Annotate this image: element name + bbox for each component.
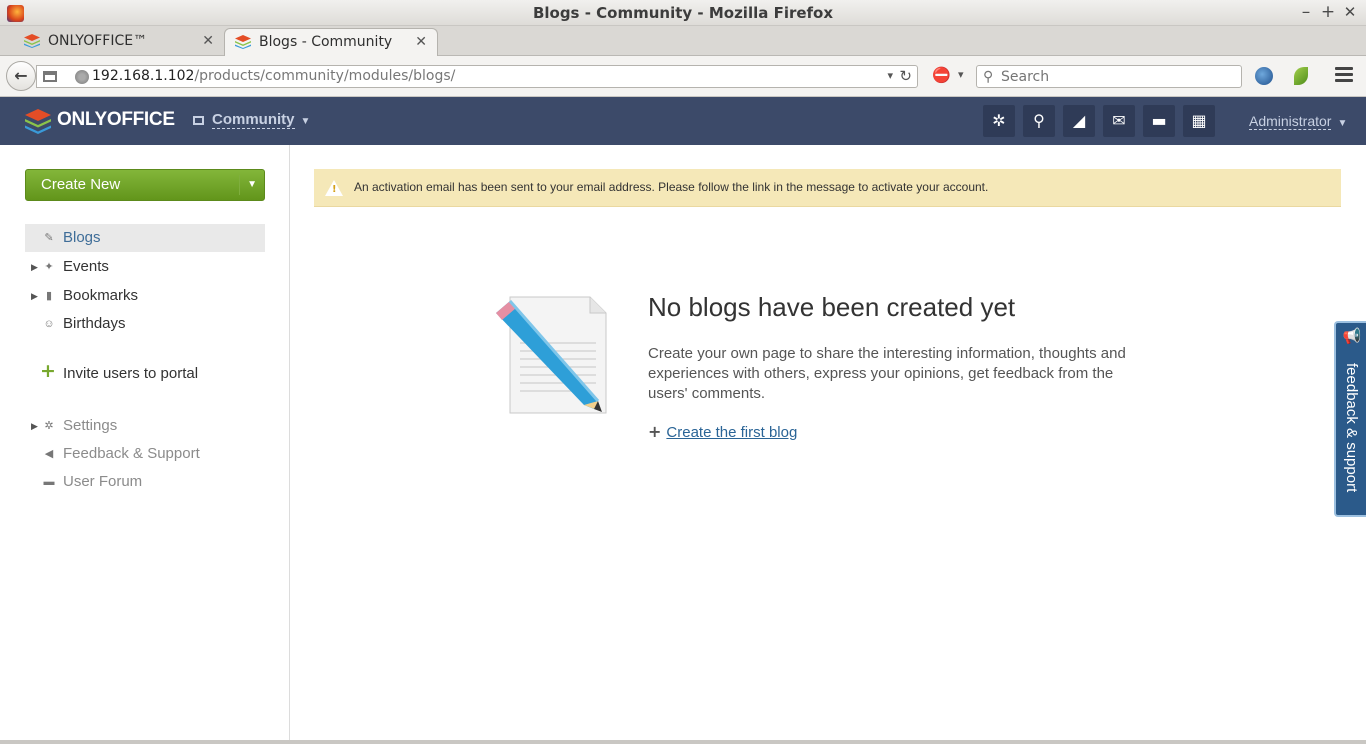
- user-menu[interactable]: Administrator ▼: [1249, 113, 1348, 130]
- mail-button[interactable]: ✉: [1103, 105, 1135, 137]
- window-title: Blogs - Community - Mozilla Firefox: [532, 4, 834, 22]
- expand-arrow-icon[interactable]: ▶: [31, 282, 38, 310]
- sidebar-item-bookmarks[interactable]: ▶ ▮ Bookmarks: [25, 282, 265, 310]
- edit-icon: ✎: [44, 232, 54, 244]
- chat-icon: ▬: [1151, 111, 1167, 130]
- gear-icon: ✲: [992, 111, 1006, 130]
- addon-icon[interactable]: ⛔: [932, 66, 951, 84]
- tab-close-icon[interactable]: ✕: [202, 28, 214, 54]
- create-new-label: Create New: [41, 176, 121, 193]
- invite-users-link[interactable]: + Invite users to portal: [25, 360, 265, 388]
- extension-icon[interactable]: [1255, 67, 1273, 85]
- create-first-blog-link[interactable]: + Create the first blog: [648, 422, 797, 441]
- expand-arrow-icon[interactable]: ▶: [31, 253, 38, 281]
- megaphone-icon: ◀: [44, 448, 54, 460]
- maximize-button[interactable]: +: [1318, 2, 1338, 22]
- main-content: ! An activation email has been sent to y…: [290, 145, 1366, 744]
- sidebar-item-settings[interactable]: ▶ ✲ Settings: [25, 412, 265, 440]
- back-button[interactable]: ←: [6, 61, 36, 91]
- sidebar-item-label: Birthdays: [63, 315, 126, 332]
- tab-blogs-community[interactable]: Blogs - Community ✕: [224, 28, 438, 56]
- feed-icon: ◢: [1072, 111, 1086, 130]
- app-header: ONLYOFFICE Community ▼ ✲ ⚲ ◢ ✉ ▬ ▦ Admini…: [0, 97, 1366, 145]
- create-new-button[interactable]: Create New ▼: [25, 169, 265, 201]
- module-switcher[interactable]: Community ▼: [193, 111, 311, 129]
- tab-onlyoffice[interactable]: ONLYOFFICE™ ✕: [14, 28, 224, 56]
- sidebar-item-feedback[interactable]: ◀ Feedback & Support: [25, 440, 265, 468]
- sidebar-item-birthdays[interactable]: ☺ Birthdays: [25, 310, 265, 338]
- chevron-down-icon: ▼: [300, 116, 311, 127]
- warning-icon: !: [325, 180, 343, 196]
- onlyoffice-tab-icon: [235, 35, 251, 49]
- addon-dropdown-icon[interactable]: ▾: [958, 68, 964, 81]
- invite-label: Invite users to portal: [63, 365, 199, 382]
- search-icon: ⚲: [1033, 111, 1045, 130]
- url-dropdown-icon[interactable]: ▾: [887, 69, 893, 82]
- menu-icon[interactable]: [1335, 67, 1353, 85]
- tab-label: ONLYOFFICE™: [48, 33, 148, 49]
- tab-bar: ONLYOFFICE™ ✕ Blogs - Community ✕ +: [0, 26, 1366, 75]
- bookmark-icon: ▮: [45, 290, 53, 302]
- sidebar: Create New ▼ ✎ Blogs ▶ ✦ Events ▶ ▮ Book…: [0, 145, 290, 744]
- sidebar-item-label: Feedback & Support: [63, 445, 200, 462]
- community-icon: [193, 115, 204, 125]
- pin-icon: ✦: [44, 261, 54, 273]
- search-icon: ⚲: [983, 68, 994, 84]
- logo-text[interactable]: ONLYOFFICE: [57, 109, 175, 131]
- search-button[interactable]: ⚲: [1023, 105, 1055, 137]
- feedback-support-tab[interactable]: 📢 feedback & support: [1334, 321, 1366, 517]
- minimize-button[interactable]: –: [1296, 2, 1316, 22]
- megaphone-icon: 📢: [1342, 328, 1362, 345]
- feed-button[interactable]: ◢: [1063, 105, 1095, 137]
- sidebar-item-label: Blogs: [63, 229, 101, 246]
- calendar-icon: ▦: [1191, 111, 1207, 130]
- people-icon: ☺: [43, 318, 55, 330]
- chevron-down-icon[interactable]: ▼: [247, 170, 257, 200]
- url-bar[interactable]: 192.168.1.102/products/community/modules…: [36, 65, 918, 88]
- plus-icon: +: [648, 422, 662, 441]
- firefox-icon: [7, 5, 24, 22]
- create-first-blog-label[interactable]: Create the first blog: [666, 424, 797, 441]
- leaf-icon[interactable]: [1294, 67, 1308, 85]
- onlyoffice-logo[interactable]: [24, 107, 52, 135]
- window-titlebar: Blogs - Community - Mozilla Firefox – + …: [0, 0, 1366, 26]
- reload-icon[interactable]: ↻: [899, 67, 912, 85]
- chevron-down-icon: ▼: [1337, 118, 1348, 129]
- button-divider: [239, 175, 240, 195]
- sidebar-item-label: Events: [63, 258, 109, 275]
- sidebar-item-label: Settings: [63, 417, 118, 434]
- plus-icon: +: [40, 360, 56, 382]
- tab-close-icon[interactable]: ✕: [415, 29, 427, 55]
- user-name: Administrator: [1249, 113, 1332, 130]
- settings-button[interactable]: ✲: [983, 105, 1015, 137]
- calendar-button[interactable]: ▦: [1183, 105, 1215, 137]
- activation-alert: ! An activation email has been sent to y…: [314, 169, 1341, 207]
- expand-arrow-icon[interactable]: ▶: [31, 412, 38, 440]
- search-box[interactable]: ⚲: [976, 65, 1242, 88]
- navigation-bar: ← 192.168.1.102/products/community/modul…: [0, 56, 1366, 97]
- url-text[interactable]: 192.168.1.102/products/community/modules…: [92, 68, 455, 84]
- feedback-tab-label: feedback & support: [1343, 363, 1360, 493]
- search-input[interactable]: [1001, 68, 1231, 85]
- onlyoffice-tab-icon: [24, 34, 40, 48]
- blog-pencil-illustration: [496, 296, 607, 414]
- chat-button[interactable]: ▬: [1143, 105, 1175, 137]
- site-identity-icon: [43, 71, 57, 82]
- close-window-button[interactable]: ✕: [1340, 3, 1360, 21]
- empty-state-description: Create your own page to share the intere…: [648, 345, 1126, 402]
- gear-icon: ✲: [44, 420, 54, 432]
- sidebar-item-label: Bookmarks: [63, 287, 139, 304]
- sidebar-item-events[interactable]: ▶ ✦ Events: [25, 253, 265, 281]
- window-bottom-edge: [0, 740, 1366, 744]
- module-label: Community: [212, 111, 295, 129]
- sidebar-item-user-forum[interactable]: ▬ User Forum: [25, 468, 265, 496]
- alert-message: An activation email has been sent to you…: [354, 180, 989, 194]
- sidebar-item-label: User Forum: [63, 473, 143, 490]
- globe-icon: [75, 70, 89, 84]
- sidebar-item-blogs[interactable]: ✎ Blogs: [25, 224, 265, 252]
- speech-bubble-icon: ▬: [43, 476, 55, 488]
- tab-label: Blogs - Community: [259, 34, 393, 50]
- empty-state-title: No blogs have been created yet: [648, 292, 1016, 322]
- mail-icon: ✉: [1112, 111, 1126, 130]
